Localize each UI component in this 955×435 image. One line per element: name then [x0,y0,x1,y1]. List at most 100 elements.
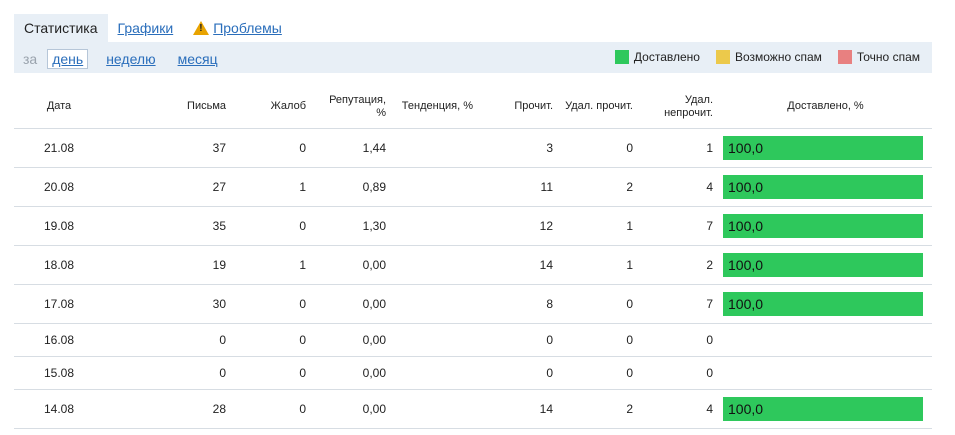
legend-swatch [837,50,852,64]
cell-complaints: 1 [232,167,312,207]
cell-delivered [719,356,932,390]
cell-date: 18.08 [14,245,104,285]
cell-deleted-read: 2 [559,167,639,207]
cell-read: 12 [479,206,559,246]
cell-delivered: 100,0 [719,284,932,324]
table-row: 16.08 0 0 0,00 0 0 0 [14,323,932,357]
cell-reputation: 0,00 [312,389,392,429]
cell-deleted-read: 1 [559,245,639,285]
cell-deleted-read: 2 [559,389,639,429]
cell-deleted-unread: 2 [639,245,719,285]
cell-date: 20.08 [14,167,104,207]
col-header-date: Дата [14,85,104,129]
table-row: 20.08 27 1 0,89 11 2 4 100,0 [14,167,932,207]
cell-complaints: 0 [232,323,312,357]
table-row: 18.08 19 1 0,00 14 1 2 100,0 [14,245,932,285]
cell-trend [392,128,479,168]
period-day[interactable]: день [47,49,89,69]
toolbar: за день неделю месяц Доставлено Возможно… [14,42,932,73]
cell-read: 0 [479,356,559,390]
cell-deleted-read: 1 [559,206,639,246]
cell-complaints: 1 [232,245,312,285]
cell-deleted-read: 0 [559,284,639,324]
col-header-delivered: Доставлено, % [719,85,932,129]
delivered-bar: 100,0 [723,292,923,316]
tab-charts[interactable]: Графики [108,14,184,42]
tab-bar: Статистика Графики ! Проблемы [14,14,292,42]
table-row: 17.08 30 0 0,00 8 0 7 100,0 [14,284,932,324]
cell-read: 11 [479,167,559,207]
cell-read: 3 [479,128,559,168]
col-header-read: Прочит. [479,85,559,129]
period-selector: за день неделю месяц [23,49,236,69]
cell-trend [392,389,479,429]
table-row: 21.08 37 0 1,44 3 0 1 100,0 [14,128,932,168]
legend-swatch [614,50,629,64]
cell-date: 21.08 [14,128,104,168]
col-header-deleted-unread: Удал. непрочит. [639,85,719,129]
cell-deleted-unread: 4 [639,389,719,429]
legend-item-delivered: Доставлено [614,50,700,64]
stats-table: Дата Письма Жалоб Репутация, % Тенденция… [14,85,932,429]
cell-trend [392,284,479,324]
cell-deleted-unread: 0 [639,356,719,390]
col-header-complaints: Жалоб [232,85,312,129]
cell-reputation: 1,44 [312,128,392,168]
cell-complaints: 0 [232,206,312,246]
cell-letters: 0 [104,323,232,357]
cell-reputation: 0,00 [312,245,392,285]
delivered-bar: 100,0 [723,175,923,199]
tab-problems[interactable]: ! Проблемы [183,14,292,42]
delivered-bar: 100,0 [723,136,923,160]
col-header-trend: Тенденция, % [392,85,479,129]
cell-delivered [719,323,932,357]
cell-deleted-unread: 0 [639,323,719,357]
cell-deleted-unread: 7 [639,284,719,324]
cell-delivered: 100,0 [719,206,932,246]
cell-trend [392,245,479,285]
cell-trend [392,206,479,246]
cell-deleted-unread: 7 [639,206,719,246]
legend-label: Точно спам [856,50,920,64]
cell-trend [392,167,479,207]
period-week[interactable]: неделю [102,50,159,68]
cell-letters: 0 [104,356,232,390]
cell-date: 14.08 [14,389,104,429]
cell-reputation: 0,00 [312,284,392,324]
col-header-letters: Письма [104,85,232,129]
col-header-reputation: Репутация, % [312,85,392,129]
cell-date: 15.08 [14,356,104,390]
cell-complaints: 0 [232,128,312,168]
cell-letters: 28 [104,389,232,429]
cell-letters: 19 [104,245,232,285]
table-row: 14.08 28 0 0,00 14 2 4 100,0 [14,389,932,429]
tab-statistics[interactable]: Статистика [14,14,108,42]
cell-reputation: 1,30 [312,206,392,246]
period-prefix: за [23,51,38,67]
legend: Доставлено Возможно спам Точно спам [599,50,920,64]
cell-complaints: 0 [232,356,312,390]
legend-label: Возможно спам [734,50,822,64]
period-month[interactable]: месяц [174,50,222,68]
legend-item-maybe-spam: Возможно спам [715,50,822,64]
table-row: 19.08 35 0 1,30 12 1 7 100,0 [14,206,932,246]
cell-date: 19.08 [14,206,104,246]
table-body: 21.08 37 0 1,44 3 0 1 100,0 20.08 27 1 0,89 11 2 4 100,… [14,128,932,429]
cell-letters: 30 [104,284,232,324]
cell-delivered: 100,0 [719,389,932,429]
cell-deleted-read: 0 [559,128,639,168]
cell-deleted-read: 0 [559,323,639,357]
cell-date: 17.08 [14,284,104,324]
cell-complaints: 0 [232,284,312,324]
delivered-bar: 100,0 [723,253,923,277]
cell-read: 14 [479,245,559,285]
cell-delivered: 100,0 [719,167,932,207]
legend-label: Доставлено [633,50,700,64]
cell-letters: 37 [104,128,232,168]
cell-deleted-unread: 4 [639,167,719,207]
cell-letters: 35 [104,206,232,246]
cell-delivered: 100,0 [719,128,932,168]
warning-icon: ! [193,21,210,35]
tab-problems-label: Проблемы [213,20,282,36]
cell-reputation: 0,89 [312,167,392,207]
